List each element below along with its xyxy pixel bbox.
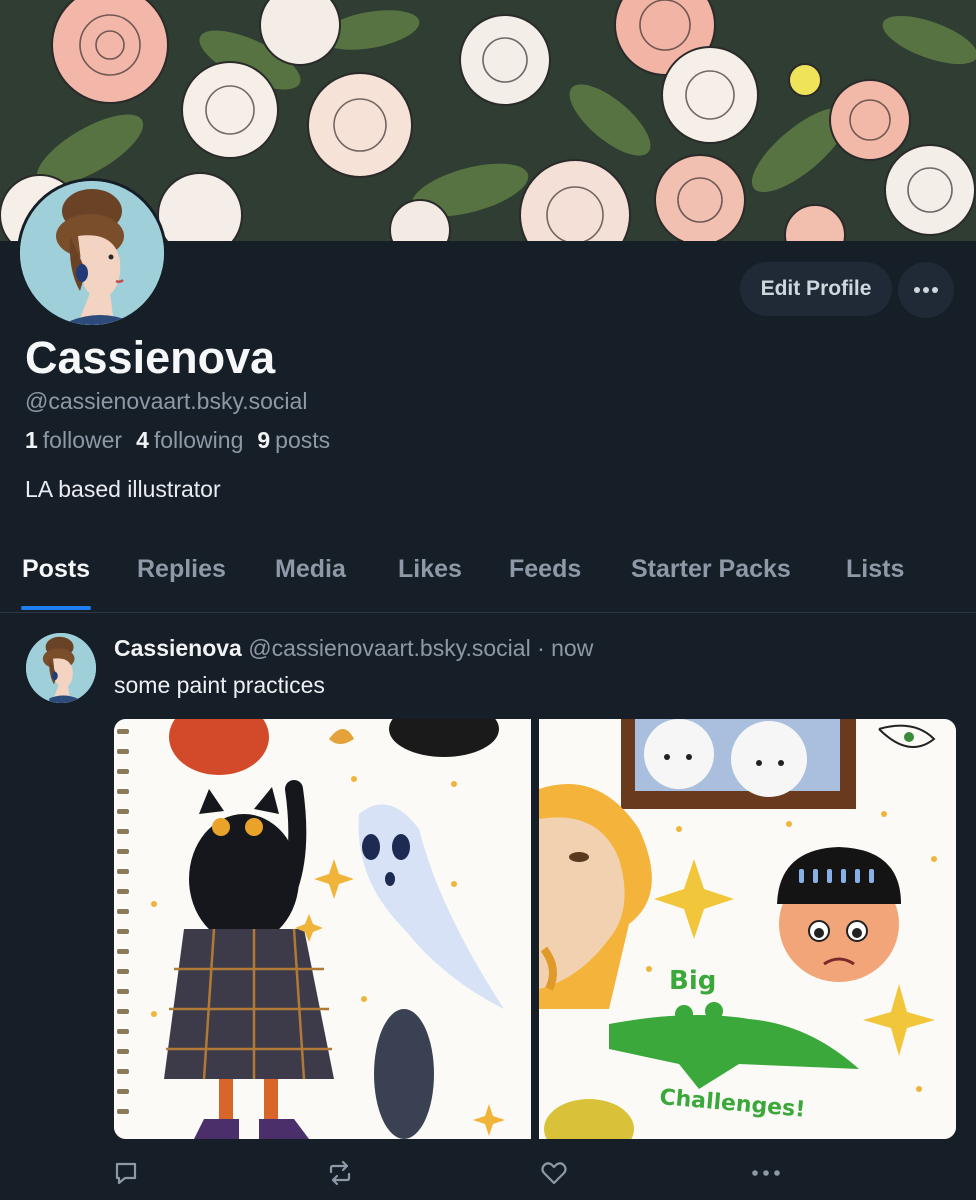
tab-feeds[interactable]: Feeds <box>509 555 581 584</box>
active-tab-indicator <box>21 606 91 610</box>
post-author-handle[interactable]: @cassienovaart.bsky.social <box>248 635 530 661</box>
following-label: following <box>153 427 244 453</box>
big-text: Big <box>669 966 716 996</box>
profile-handle: @cassienovaart.bsky.social <box>25 388 308 414</box>
post-image-2[interactable]: Big Challenges! <box>539 719 956 1139</box>
tab-replies[interactable]: Replies <box>137 555 226 584</box>
followers-count: 1 <box>25 427 38 453</box>
avatar-illustration <box>20 181 164 325</box>
profile-avatar[interactable] <box>17 178 167 328</box>
post-images: Big Challenges! <box>114 719 956 1139</box>
profile-bio: LA based illustrator <box>25 476 221 502</box>
profile-stats: 1 follower 4 following 9 posts <box>25 427 330 454</box>
following-count: 4 <box>136 427 149 453</box>
post-author-avatar[interactable] <box>26 633 96 703</box>
post-separator: · <box>537 635 545 661</box>
posts-count: 9 <box>257 427 271 453</box>
post-item[interactable]: Cassienova @cassienovaart.bsky.social · … <box>0 613 976 1200</box>
display-name: Cassienova <box>25 332 276 383</box>
more-options-button[interactable] <box>898 262 954 318</box>
tab-lists[interactable]: Lists <box>846 555 904 584</box>
tab-posts[interactable]: Posts <box>22 555 90 584</box>
post-more-icon <box>752 1170 780 1176</box>
post-author-name[interactable]: Cassienova <box>114 635 242 661</box>
followers-stat[interactable]: 1 follower <box>25 427 122 454</box>
post-header: Cassienova @cassienovaart.bsky.social · … <box>114 635 593 662</box>
tab-likes[interactable]: Likes <box>398 555 462 584</box>
reply-icon <box>115 1162 137 1185</box>
character-painting: Big Challenges! <box>539 719 956 1139</box>
post-image-1[interactable] <box>114 719 531 1139</box>
repost-icon <box>329 1160 351 1186</box>
posts-label: posts <box>275 427 331 453</box>
like-icon <box>541 1162 567 1185</box>
followers-label: follower <box>42 427 123 453</box>
reply-button[interactable] <box>108 1155 144 1191</box>
post-actions <box>0 1155 976 1191</box>
post-text: some paint practices <box>114 672 325 698</box>
repost-button[interactable] <box>322 1155 358 1191</box>
following-stat[interactable]: 4 following <box>136 427 243 454</box>
post-more-button[interactable] <box>748 1155 784 1191</box>
avatar-illustration <box>26 633 96 703</box>
like-button[interactable] <box>536 1155 572 1191</box>
halloween-painting <box>114 719 531 1139</box>
tab-starter-packs[interactable]: Starter Packs <box>631 555 791 584</box>
more-icon <box>914 287 938 293</box>
posts-stat: 9 posts <box>257 427 330 454</box>
profile-tabs: Posts Replies Media Likes Feeds Starter … <box>0 540 976 613</box>
post-timestamp[interactable]: now <box>551 635 593 661</box>
tab-media[interactable]: Media <box>275 555 346 584</box>
edit-profile-button[interactable]: Edit Profile <box>740 262 892 316</box>
